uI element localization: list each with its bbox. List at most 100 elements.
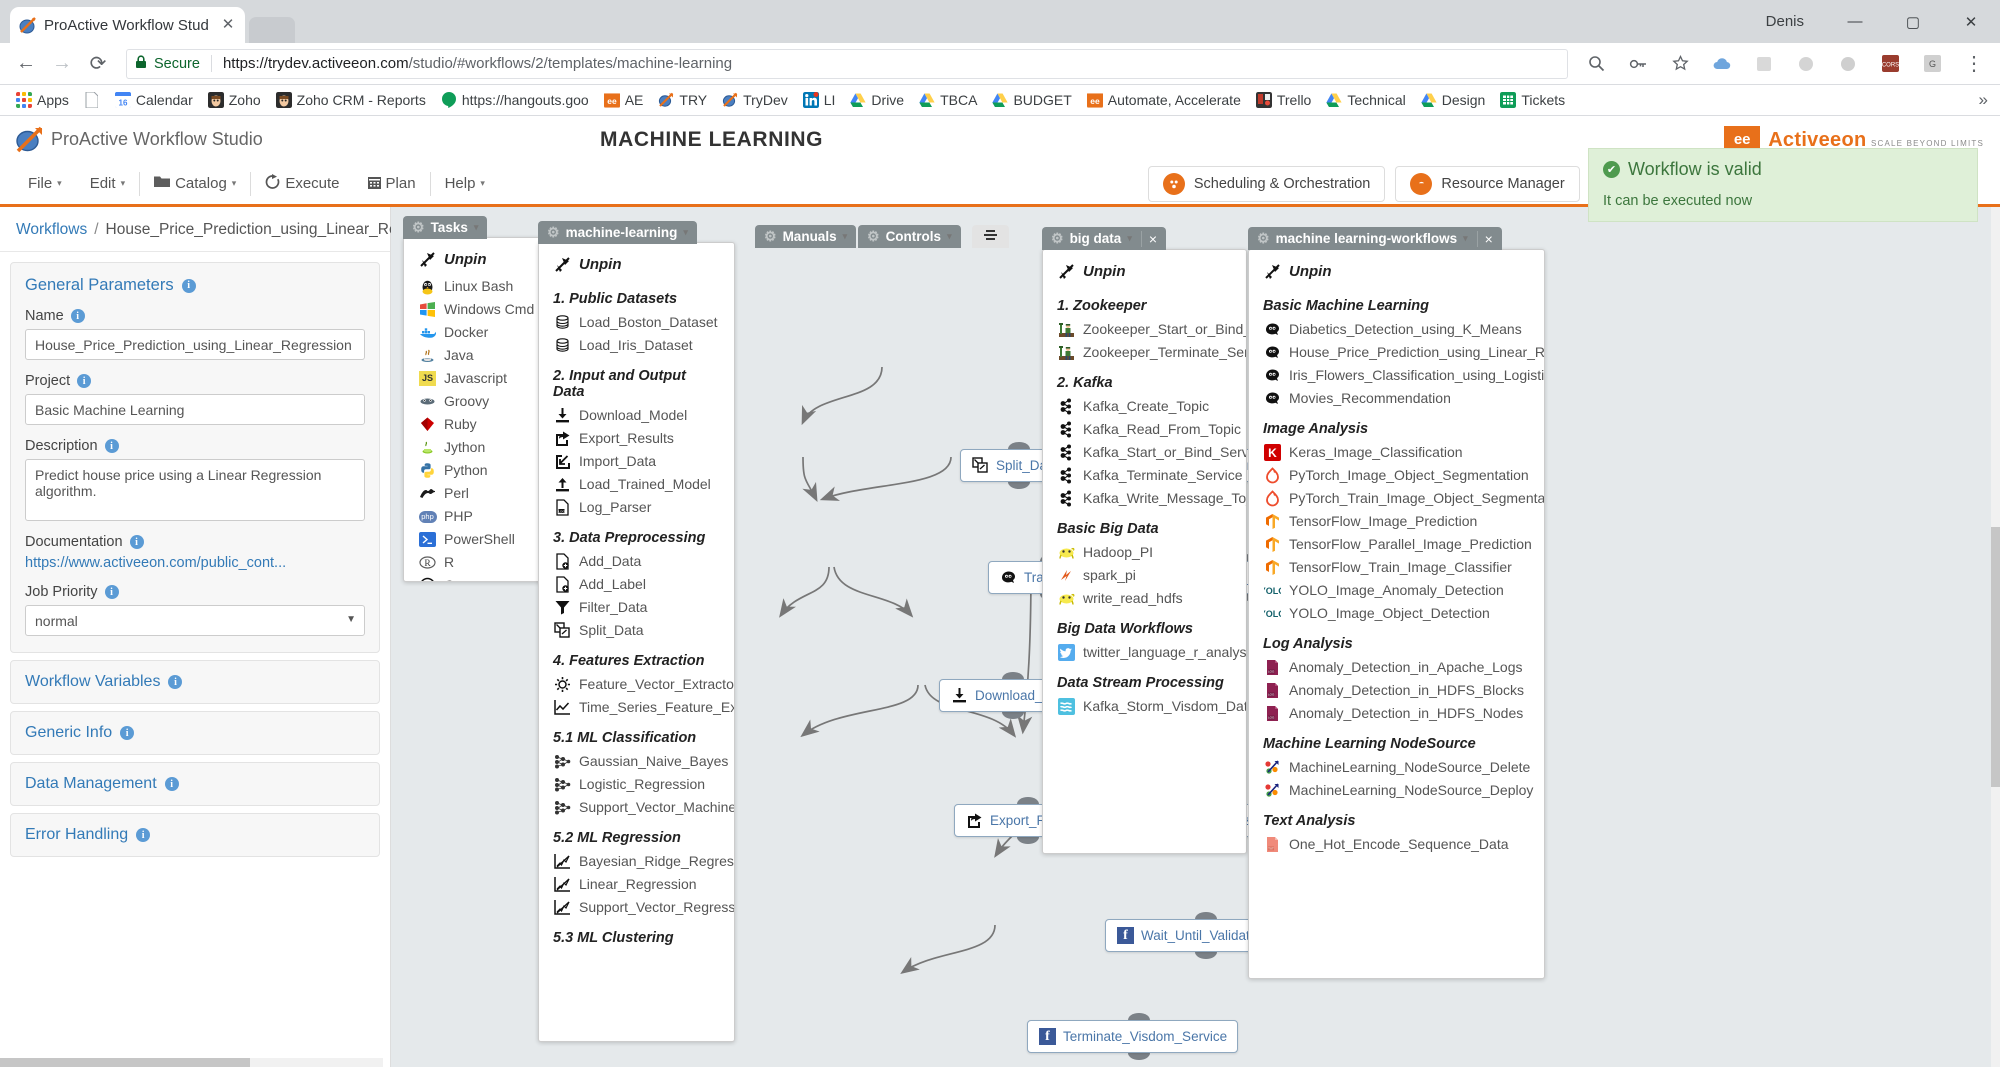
palette-item[interactable]: Windows Cmd xyxy=(404,298,544,321)
palette-item[interactable]: Zookeeper_Start_or_Bind_Service xyxy=(1043,318,1246,341)
chevron-down-icon[interactable]: ▾ xyxy=(1463,233,1468,244)
info-icon[interactable]: i xyxy=(104,585,119,599)
menu-item-execute[interactable]: Execute xyxy=(251,169,353,199)
palette-item[interactable]: MachineLearning_NodeSource_Delete xyxy=(1249,756,1544,779)
info-icon[interactable]: i xyxy=(129,535,144,549)
palette-item[interactable]: PyTorch_Train_Image_Object_Segmentation xyxy=(1249,487,1544,510)
accordion-error-handling[interactable]: Error Handling i xyxy=(10,813,380,857)
bookmark-item[interactable]: ee AE xyxy=(598,89,650,111)
palette-item[interactable]: TXT One_Hot_Encode_Sequence_Data xyxy=(1249,833,1544,856)
unpin-item[interactable]: Unpin xyxy=(1043,260,1246,287)
description-textarea[interactable]: Predict house price using a Linear Regre… xyxy=(25,459,365,521)
palette-item[interactable]: Add_Data xyxy=(539,550,734,573)
palette-item[interactable]: Logistic_Regression xyxy=(539,773,734,796)
search-icon[interactable] xyxy=(1580,48,1612,80)
palette-item[interactable]: Cron xyxy=(404,574,544,581)
palette-item[interactable]: Kafka_Terminate_Service xyxy=(1043,464,1246,487)
window-maximize-button[interactable]: ▢ xyxy=(1884,0,1942,43)
browser-profile-name[interactable]: Denis xyxy=(1766,13,1804,30)
machine-learning-palette-panel[interactable]: Unpin 1. Public Datasets Load_Boston_Datas… xyxy=(538,242,735,1042)
palette-item[interactable]: Import_Data xyxy=(539,450,734,473)
palette-item[interactable]: write_read_hdfs xyxy=(1043,587,1246,610)
job-priority-select[interactable]: normal xyxy=(25,605,365,636)
palette-item[interactable]: Java xyxy=(404,344,544,367)
bookmark-item[interactable]: Drive xyxy=(844,89,910,111)
bookmark-item[interactable]: Zoho CRM - Reports xyxy=(270,89,432,111)
bookmark-item[interactable]: https://hangouts.goo xyxy=(435,89,595,111)
palette-item[interactable]: LOG Anomaly_Detection_in_Apache_Logs xyxy=(1249,656,1544,679)
breadcrumb-root[interactable]: Workflows xyxy=(16,221,87,239)
close-icon[interactable]: × xyxy=(1140,230,1157,247)
palette-item[interactable]: Load_Iris_Dataset xyxy=(539,334,734,357)
palette-tab-tasks[interactable]: ⚙ Tasks ▾ xyxy=(403,216,488,239)
bookmark-item[interactable]: Technical xyxy=(1320,89,1411,111)
canvas-layout-button[interactable] xyxy=(972,225,1009,248)
info-icon[interactable]: i xyxy=(104,439,119,453)
tasks-palette-panel[interactable]: Unpin Linux Bash Windows Cmd Docker Java JS Ja… xyxy=(403,237,545,582)
bookmark-item[interactable]: Trello xyxy=(1250,89,1318,111)
palette-item[interactable]: RR xyxy=(404,551,544,574)
name-input[interactable]: House_Price_Prediction_using_Linear_Regr… xyxy=(25,329,365,360)
cors-extension-icon[interactable]: CORS xyxy=(1874,48,1906,80)
palette-item[interactable]: Support_Vector_Machines xyxy=(539,796,734,819)
palette-item[interactable]: YOLO YOLO_Image_Object_Detection xyxy=(1249,602,1544,625)
bookmark-item[interactable] xyxy=(78,89,106,111)
key-icon[interactable] xyxy=(1622,48,1654,80)
extension-a-icon[interactable] xyxy=(1790,48,1822,80)
palette-item[interactable]: Perl xyxy=(404,482,544,505)
palette-item[interactable]: Export_Results xyxy=(539,427,734,450)
palette-item[interactable]: Load_Boston_Dataset xyxy=(539,311,734,334)
accordion-generic-info[interactable]: Generic Info i xyxy=(10,711,380,755)
palette-item[interactable]: Kafka_Start_or_Bind_Service xyxy=(1043,441,1246,464)
palette-item[interactable]: Kafka_Write_Message_To_Topic xyxy=(1043,487,1246,510)
palette-item[interactable]: House_Price_Prediction_using_Linear_Regr… xyxy=(1249,341,1544,364)
palette-item[interactable]: LOG Log_Parser xyxy=(539,496,734,519)
bookmark-item[interactable]: ee Automate, Accelerate xyxy=(1081,89,1247,111)
palette-item[interactable]: Kafka_Read_From_Topic xyxy=(1043,418,1246,441)
palette-item[interactable]: Split_Data xyxy=(539,619,734,642)
header-button-scheduling-orchestration[interactable]: Scheduling & Orchestration xyxy=(1147,165,1386,202)
menu-item-file[interactable]: File ▾ xyxy=(14,170,76,197)
bookmark-item[interactable]: BUDGET xyxy=(986,89,1077,111)
accordion-data-management[interactable]: Data Management i xyxy=(10,762,380,806)
palette-item[interactable]: Gaussian_Naive_Bayes xyxy=(539,750,734,773)
cloud-sync-icon[interactable] xyxy=(1706,48,1738,80)
forward-icon[interactable]: → xyxy=(46,48,78,80)
menu-item-help[interactable]: Help ▾ xyxy=(431,170,499,197)
palette-item[interactable]: YOLO YOLO_Image_Anomaly_Detection xyxy=(1249,579,1544,602)
project-input[interactable]: Basic Machine Learning xyxy=(25,394,365,425)
palette-item[interactable]: Add_Label xyxy=(539,573,734,596)
palette-item[interactable]: MachineLearning_NodeSource_Deploy xyxy=(1249,779,1544,802)
back-icon[interactable]: ← xyxy=(10,48,42,80)
palette-item[interactable]: Kafka_Storm_Visdom_Dataflow xyxy=(1043,695,1246,718)
bookmark-item[interactable]: Apps xyxy=(10,89,75,111)
palette-item[interactable]: PowerShell xyxy=(404,528,544,551)
palette-item[interactable]: Docker xyxy=(404,321,544,344)
info-icon[interactable]: i xyxy=(164,777,179,791)
bookmark-item[interactable]: TBCA xyxy=(913,89,983,111)
palette-item[interactable]: Filter_Data xyxy=(539,596,734,619)
chevron-down-icon[interactable]: ▾ xyxy=(947,231,952,242)
chevron-down-icon[interactable]: ▾ xyxy=(232,178,237,189)
palette-item[interactable]: Feature_Vector_Extractor xyxy=(539,673,734,696)
workflow-node[interactable]: f Terminate_Visdom_Service xyxy=(1027,1020,1239,1053)
accordion-workflow-variables[interactable]: Workflow Variables i xyxy=(10,660,380,704)
close-icon[interactable]: × xyxy=(1476,230,1493,247)
ml-workflows-palette-panel[interactable]: Unpin Basic Machine Learning Diabetics_Det… xyxy=(1248,249,1545,979)
info-icon[interactable]: i xyxy=(181,278,196,293)
palette-item[interactable]: Zookeeper_Terminate_Service xyxy=(1043,341,1246,364)
reload-icon[interactable]: ⟳ xyxy=(82,48,114,80)
palette-tab-controls[interactable]: ⚙ Controls ▾ xyxy=(858,225,961,248)
info-icon[interactable]: i xyxy=(136,828,151,842)
palette-item[interactable]: TensorFlow_Parallel_Image_Prediction xyxy=(1249,533,1544,556)
bookmark-item[interactable]: 16 Calendar xyxy=(109,89,199,111)
header-button-resource-manager[interactable]: Resource Manager xyxy=(1395,165,1580,202)
info-icon[interactable]: i xyxy=(120,726,135,740)
menu-item-edit[interactable]: Edit ▾ xyxy=(76,170,139,197)
bookmark-item[interactable]: LI xyxy=(797,89,842,111)
palette-item[interactable]: LOG Anomaly_Detection_in_HDFS_Nodes xyxy=(1249,702,1544,725)
star-icon[interactable] xyxy=(1664,48,1696,80)
unpin-item[interactable]: Unpin xyxy=(1249,260,1544,287)
palette-item[interactable]: Linear_Regression xyxy=(539,873,734,896)
info-icon[interactable]: i xyxy=(168,675,183,689)
